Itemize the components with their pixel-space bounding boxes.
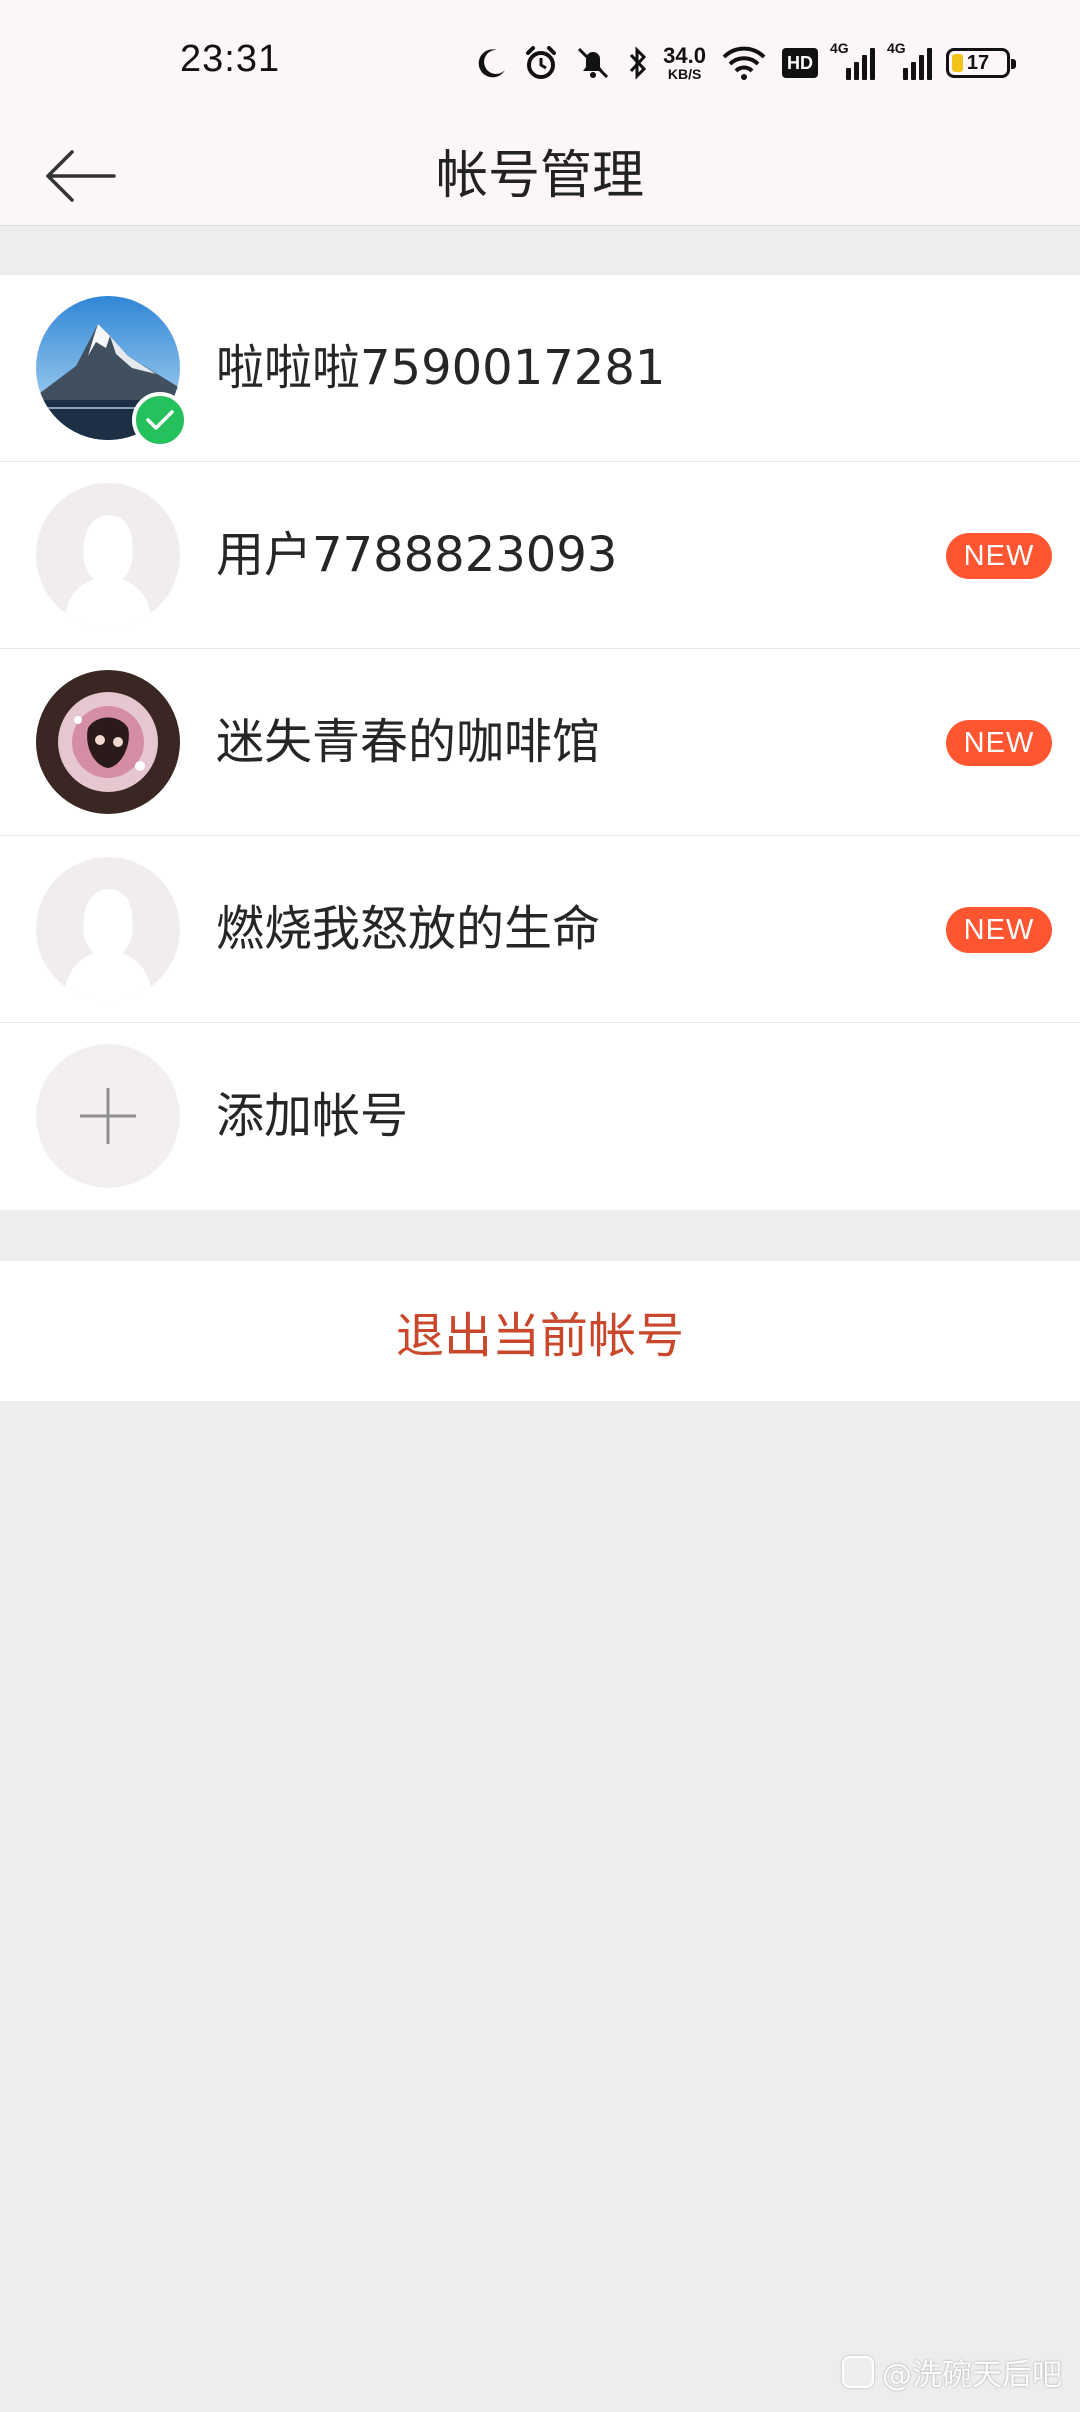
avatar-default [36, 857, 180, 1001]
battery-icon: 17 [946, 48, 1016, 78]
watermark: @洗碗天后吧 [842, 2350, 1062, 2394]
logout-label: 退出当前帐号 [395, 1308, 684, 1364]
new-badge: NEW [946, 720, 1052, 766]
account-row-current[interactable]: 啦啦啦7590017281 [0, 275, 1080, 462]
account-name: 迷失青春的咖啡馆 [216, 714, 601, 770]
status-icons: 34.0 KB/S HD 4G 4G 17 [475, 38, 1016, 88]
net-speed-unit: KB/S [667, 66, 702, 82]
logout-button[interactable]: 退出当前帐号 [0, 1261, 1080, 1401]
status-time: 23:31 [180, 38, 281, 80]
add-account-button[interactable]: 添加帐号 [0, 1023, 1080, 1210]
signal-1-icon: 4G [830, 40, 875, 80]
account-name: 用户7788823093 [216, 527, 618, 583]
add-account-label: 添加帐号 [216, 1088, 409, 1144]
new-badge: NEW [946, 533, 1052, 579]
account-name: 燃烧我怒放的生命 [216, 901, 601, 957]
avatar-mountain [36, 296, 188, 448]
top-bar: 23:31 34.0 KB/S HD 4G 4G 17 帐号管理 [0, 0, 1080, 226]
avatar-photo [36, 670, 180, 814]
status-bar: 23:31 34.0 KB/S HD 4G 4G 17 [0, 0, 1080, 126]
alarm-icon [526, 46, 557, 79]
watermark-text: @洗碗天后吧 [882, 2358, 1062, 2393]
watermark-logo-icon [842, 2356, 874, 2388]
header: 帐号管理 [0, 126, 1080, 226]
account-row[interactable]: 用户7788823093 NEW [0, 462, 1080, 649]
account-name: 啦啦啦7590017281 [216, 340, 666, 396]
moon-icon [478, 49, 506, 78]
wifi-icon [722, 46, 766, 80]
account-row[interactable]: 迷失青春的咖啡馆 NEW [0, 649, 1080, 836]
mute-bell-icon [578, 47, 609, 79]
signal-2-icon: 4G [887, 40, 932, 80]
signal-1-label: 4G [830, 40, 849, 56]
account-row[interactable]: 燃烧我怒放的生命 NEW [0, 836, 1080, 1023]
account-list: 啦啦啦7590017281 用户7788823093 NEW 迷失青春的咖啡馆 … [0, 275, 1080, 1210]
hd-voice-badge: HD [782, 48, 818, 78]
net-speed: 34.0 KB/S [663, 43, 706, 82]
avatar-default [36, 483, 180, 627]
account-management-screen: 23:31 34.0 KB/S HD 4G 4G 17 帐号管理 啦啦啦7590… [0, 0, 1080, 2412]
net-speed-value: 34.0 [663, 43, 706, 68]
page-title: 帐号管理 [435, 146, 644, 206]
signal-2-label: 4G [887, 40, 906, 56]
add-account-circle [36, 1044, 180, 1188]
battery-level: 17 [966, 51, 990, 74]
bluetooth-icon [630, 46, 647, 80]
new-badge: NEW [946, 907, 1052, 953]
current-account-check-icon [132, 392, 188, 448]
